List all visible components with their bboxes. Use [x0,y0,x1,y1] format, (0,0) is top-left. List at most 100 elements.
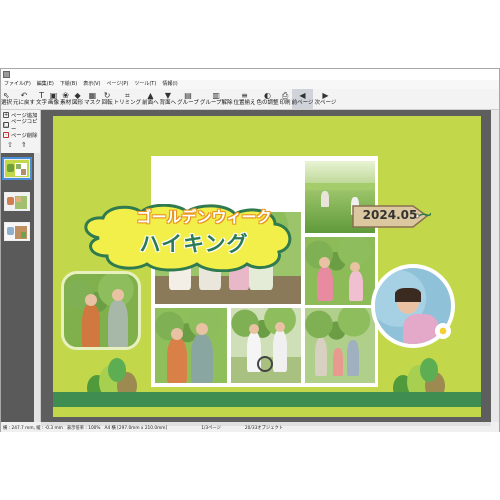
title-bar [1,69,499,80]
page-sidebar: + ページ追加 □ ページコピー - ページ削除 ⇧ ⇑ [1,110,41,422]
menu-item-4[interactable]: ページ(P) [107,80,129,89]
menu-item-0[interactable]: ファイル(F) [4,80,31,89]
toolbar-button-6[interactable]: ▦ マスク [84,89,101,109]
thumbnail-scrollbar[interactable] [34,153,40,422]
toolbar-label: 前面へ [142,100,159,106]
toolbar-button-10[interactable]: ▼ 背面へ [160,89,177,109]
toolbar-button-15[interactable]: ⎙ 印刷 [280,89,291,109]
toolbar-label: 印刷 [279,100,291,106]
toolbar-label: 位置揃え [233,100,256,106]
menu-bar: ファイル(F) 編集(E) 下絵(B) 表示(V) ページ(P) ツール(T) 情報(I) [1,80,499,89]
menu-item-5[interactable]: ツール(T) [134,80,156,89]
toolbar-button-17[interactable]: ▶ 次ページ [314,89,336,109]
title-cloud[interactable]: ゴールデンウィーク ハイキング [79,204,297,272]
toolbar-label: 前ページ [291,100,314,106]
color-adjust-icon: ◐ [264,91,272,100]
toolbar-label: マスク [84,100,101,106]
toolbar-button-8[interactable]: ⌗ トリミング [114,89,142,109]
toolbar: ⇖ 選択 ↶ 元に戻す T 文字 ▣ 画像 ❀ 素材 ◆ 図形 ▦ マスク ↻ 回転 ⌗ トリミング ▲ 前面へ ▼ 背面… [1,89,499,110]
move-top-icon[interactable]: ⇑ [21,141,27,149]
delete-page-button[interactable]: - ページ削除 [1,130,40,140]
menu-item-3[interactable]: 表示(V) [83,80,100,89]
toolbar-label: 回転 [101,100,113,106]
menu-item-1[interactable]: 編集(E) [37,80,54,89]
material-icon: ❀ [62,91,69,100]
status-position: 横 : 247.7 mm, 縦 : -0.3 mm [3,426,63,431]
photo-girls-hiking[interactable] [305,237,375,305]
delete-page-icon: - [3,132,9,138]
page-thumbnail-1[interactable] [2,157,32,180]
page-bottom-band [53,407,481,417]
date-label: 2024.05 [362,208,418,222]
toolbar-button-9[interactable]: ▲ 前面へ [142,89,159,109]
photo-family-walk[interactable] [305,308,375,383]
album-page[interactable]: ゴールデンウィーク ハイキング 2024.05 [53,116,481,417]
toolbar-button-11[interactable]: ▤ グループ [177,89,199,109]
group-icon: ▤ [184,91,192,100]
image-icon: ▣ [49,91,58,100]
ungroup-icon: ▥ [212,91,220,100]
canvas-vertical-scrollbar[interactable] [491,110,499,422]
next-page-icon: ▶ [322,91,329,100]
toolbar-button-7[interactable]: ↻ 回転 [102,89,113,109]
toolbar-label: グループ [177,100,199,106]
page-thumbnail-list [1,153,34,422]
page-nav-row: ⇧ ⇑ [1,140,40,150]
toolbar-label: 背面へ [159,100,177,106]
prev-page-icon: ◀ [299,91,306,100]
toolbar-label: トリミング [113,100,142,106]
status-objects: 20/33オブジェクト [244,426,284,431]
toolbar-label: 選択 [1,100,13,106]
crop-icon: ⌗ [125,91,130,100]
date-tag[interactable]: 2024.05 [351,203,431,230]
daisy-icon [435,323,451,339]
undo-icon: ↶ [20,91,28,100]
page-bottom-stripe [53,392,481,407]
photo-bicycle[interactable] [231,308,301,383]
menu-item-6[interactable]: 情報(I) [162,80,177,89]
toolbar-label: 素材 [60,100,72,106]
toolbar-label: 図形 [72,100,84,106]
cursor-icon: ⇖ [3,91,10,100]
delete-page-label: ページ削除 [11,133,38,139]
copy-page-button[interactable]: □ ページコピー [1,119,40,133]
toolbar-button-1[interactable]: ↶ 元に戻す [13,89,35,109]
app-window: ファイル(F) 編集(E) 下絵(B) 表示(V) ページ(P) ツール(T) 情報(I) … [0,68,500,432]
mask-icon: ▦ [88,91,97,100]
toolbar-label: 色の調整 [256,100,279,106]
menu-item-2[interactable]: 下絵(B) [60,80,77,89]
bring-front-icon: ▲ [147,91,154,100]
toolbar-label: 文字 [36,100,48,106]
status-paper: A4 横 [297.0mm x 210.0mm] [104,426,168,431]
title-line-2: ハイキング [139,232,249,256]
toolbar-button-16[interactable]: ◀ 前ページ [291,89,314,109]
toolbar-button-14[interactable]: ◐ 色の調整 [257,89,279,109]
page-thumbnail-2[interactable] [4,192,30,211]
toolbar-label: 画像 [48,100,60,106]
toolbar-label: 元に戻す [13,100,36,106]
toolbar-button-5[interactable]: ◆ 図形 [72,89,83,109]
toolbar-button-12[interactable]: ▥ グループ解除 [200,89,233,109]
move-up-icon[interactable]: ⇧ [7,141,13,149]
toolbar-label: 次ページ [314,100,337,106]
toolbar-button-2[interactable]: T 文字 [36,89,47,109]
rotate-icon: ↻ [103,91,111,100]
align-icon: ≡ [241,91,248,100]
page-thumbnail-3[interactable] [4,222,30,241]
status-page: 1/3ページ [201,426,221,431]
title-line-1: ゴールデンウィーク [136,208,272,226]
shape-icon: ◆ [74,91,81,100]
status-bar: 横 : 247.7 mm, 縦 : -0.3 mm 表示倍率 : 100% A4… [1,426,499,432]
print-icon: ⎙ [281,91,289,100]
status-zoom: 表示倍率 : 100% [66,426,101,431]
copy-page-icon: □ [3,122,9,128]
add-page-icon: + [3,112,9,118]
toolbar-button-0[interactable]: ⇖ 選択 [1,89,12,109]
text-icon: T [39,91,44,100]
send-back-icon: ▼ [164,91,171,100]
toolbar-button-13[interactable]: ≡ 位置揃え [234,89,256,109]
photo-grandparents-round[interactable] [61,271,141,350]
toolbar-button-3[interactable]: ▣ 画像 [48,89,59,109]
toolbar-button-4[interactable]: ❀ 素材 [60,89,71,109]
photo-grandparents[interactable] [155,308,227,383]
